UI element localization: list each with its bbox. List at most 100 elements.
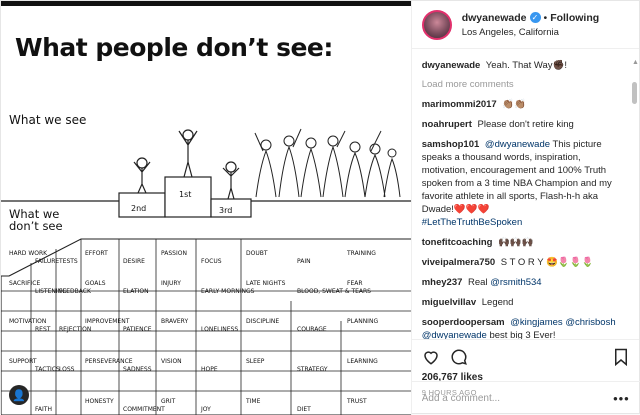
comment-mention[interactable]: @dwyanewade xyxy=(485,139,550,150)
action-icons xyxy=(422,346,629,368)
instagram-post-modal: What people don’t see: What we see What … xyxy=(0,0,640,415)
iceberg-word: PASSION xyxy=(161,250,187,257)
post-image[interactable]: What people don’t see: What we see What … xyxy=(1,1,412,415)
iceberg-word: STRATEGY xyxy=(297,366,328,373)
comment-item: viveipalmera750 S T O R Y 🤩🌷🌷🌷 xyxy=(422,256,629,269)
comment-username[interactable]: mhey237 xyxy=(422,277,463,288)
post-header: dwyanewade ✓ • Following Los Angeles, Ca… xyxy=(411,1,639,49)
comment-username[interactable]: marimommi2017 xyxy=(422,99,497,110)
podium-third: 3rd xyxy=(219,206,232,215)
comment-username[interactable]: viveipalmera750 xyxy=(422,257,495,268)
iceberg-word: HOPE xyxy=(201,366,218,373)
comment-username[interactable]: tonefitcoaching xyxy=(422,237,493,248)
iceberg-word: TIME xyxy=(245,398,261,405)
comment-text: Real xyxy=(468,277,488,288)
iceberg-word: VISION xyxy=(161,358,182,365)
dot-separator: • xyxy=(543,11,548,24)
iceberg-word: JOY xyxy=(200,406,211,413)
iceberg-word: DESIRE xyxy=(123,258,145,265)
more-options-icon[interactable]: ••• xyxy=(613,391,630,406)
header-text: dwyanewade ✓ • Following Los Angeles, Ca… xyxy=(462,12,599,38)
iceberg-word: PATIENCE xyxy=(123,326,152,333)
comment-text: Please don't retire king xyxy=(477,119,574,130)
iceberg-word: PAIN xyxy=(297,258,311,265)
iceberg-word: DOUBT xyxy=(246,250,268,257)
iceberg-word: LOSS xyxy=(59,366,75,373)
caption-text: Yeah. That Way✊🏿! xyxy=(485,60,567,71)
load-more-comments-button[interactable]: Load more comments xyxy=(422,79,629,90)
podium-second: 2nd xyxy=(131,204,146,213)
comment-item: tonefitcoaching 🙌🏿🙌🏿🙌🏿 xyxy=(422,236,629,249)
comment-icon[interactable] xyxy=(450,348,468,366)
scrollbar-thumb[interactable] xyxy=(632,82,637,104)
comment-username[interactable]: sooperdoopersam xyxy=(422,317,505,328)
following-button[interactable]: Following xyxy=(550,12,599,24)
iceberg-word: HARD WORK xyxy=(9,250,48,257)
iceberg-word: ELATION xyxy=(123,288,149,295)
comment-mention[interactable]: @rsmith534 xyxy=(490,277,541,288)
iceberg-word: BRAVERY xyxy=(161,318,188,325)
iceberg-illustration: 2nd 1st 3rd EFFORT DESIRE PASSION FOCUS DOUB… xyxy=(1,128,411,415)
iceberg-word: EARLY MORNINGS xyxy=(201,288,255,295)
comment-mention[interactable]: @dwyanewade xyxy=(422,330,487,339)
iceberg-word: SUPPORT xyxy=(9,358,37,365)
verified-badge-icon: ✓ xyxy=(529,12,541,23)
iceberg-word: LATE NIGHTS xyxy=(246,280,286,287)
podium-first: 1st xyxy=(179,190,191,199)
avatar[interactable] xyxy=(421,9,452,40)
comment-username[interactable]: samshop101 xyxy=(422,139,480,150)
scroll-up-icon[interactable]: ▲ xyxy=(632,59,639,66)
user-tag-icon[interactable]: 👤 xyxy=(9,385,29,405)
iceberg-word: COURAGE xyxy=(297,326,327,333)
iceberg-word: PLANNING xyxy=(347,318,378,325)
iceberg-word: LONELINESS xyxy=(201,326,238,333)
iceberg-word: IMPROVEMENT xyxy=(85,318,130,325)
iceberg-word: TACTICS xyxy=(34,366,60,373)
comment-item: marimommi2017 👏🏽👏🏽 xyxy=(422,98,629,111)
iceberg-word: FOCUS xyxy=(201,258,222,265)
iceberg-word: SACRIFICE xyxy=(9,280,40,287)
comment-username[interactable]: miguelvillav xyxy=(422,297,476,308)
location-link[interactable]: Los Angeles, California xyxy=(462,27,599,38)
iceberg-word: MOTIVATION xyxy=(9,318,46,325)
comment-text: This picture speaks a thousand words, in… xyxy=(421,139,612,215)
comment-text: 👏🏽👏🏽 xyxy=(502,99,527,110)
comments-scrollbar[interactable]: ▲ xyxy=(632,59,639,319)
header-line: dwyanewade ✓ • Following xyxy=(462,12,599,24)
iceberg-word: SLEEP xyxy=(246,358,265,365)
iceberg-word: TRUST xyxy=(346,398,367,405)
bookmark-icon[interactable] xyxy=(613,348,629,366)
comment-text: best big 3 Ever! xyxy=(489,330,556,339)
comment-username[interactable]: noahrupert xyxy=(422,119,472,130)
iceberg-word: SADNESS xyxy=(123,366,152,373)
comments-list[interactable]: dwyanewade Yeah. That Way✊🏿! Load more c… xyxy=(412,49,639,339)
caption-username[interactable]: dwyanewade xyxy=(422,60,481,71)
comment-item: samshop101 @dwyanewade This picture spea… xyxy=(422,138,629,229)
comment-mention[interactable]: @chrisbosh xyxy=(565,317,615,328)
iceberg-word: FEEDBACK xyxy=(59,288,92,295)
heart-icon[interactable] xyxy=(422,348,440,366)
username-link[interactable]: dwyanewade xyxy=(462,12,527,24)
comment-mention[interactable]: @kingjames xyxy=(510,317,562,328)
iceberg-word: FAILURE xyxy=(35,258,59,265)
iceberg-word: BLOOD, SWEAT & TEARS xyxy=(297,288,371,295)
iceberg-word: FEAR xyxy=(347,280,363,287)
comment-item: noahrupert Please don't retire king xyxy=(422,118,629,131)
iceberg-word: DISCIPLINE xyxy=(246,318,279,325)
comment-text: 🙌🏿🙌🏿🙌🏿 xyxy=(498,237,534,248)
comment-item: miguelvillav Legend xyxy=(422,296,629,309)
add-comment-input[interactable] xyxy=(421,393,614,404)
iceberg-word: FAITH xyxy=(35,406,52,413)
post-sidebar: dwyanewade ✓ • Following Los Angeles, Ca… xyxy=(411,1,640,415)
caption: dwyanewade Yeah. That Way✊🏿! xyxy=(422,59,629,72)
comment-item: sooperdoopersam @kingjames @chrisbosh @d… xyxy=(422,316,629,339)
iceberg-word: REJECTION xyxy=(59,326,91,333)
comment-text: S T O R Y 🤩🌷🌷🌷 xyxy=(500,257,594,268)
add-comment-bar: ••• xyxy=(411,381,640,415)
iceberg-word: GOALS xyxy=(85,280,106,287)
comment-items: marimommi2017 👏🏽👏🏽 noahrupert Please don… xyxy=(422,98,629,339)
iceberg-word: LEARNING xyxy=(347,358,378,365)
comment-hashtag[interactable]: #LetTheTruthBeSpoken xyxy=(422,217,523,228)
iceberg-word: HONESTY xyxy=(85,398,114,405)
iceberg-word: REST xyxy=(35,326,51,333)
